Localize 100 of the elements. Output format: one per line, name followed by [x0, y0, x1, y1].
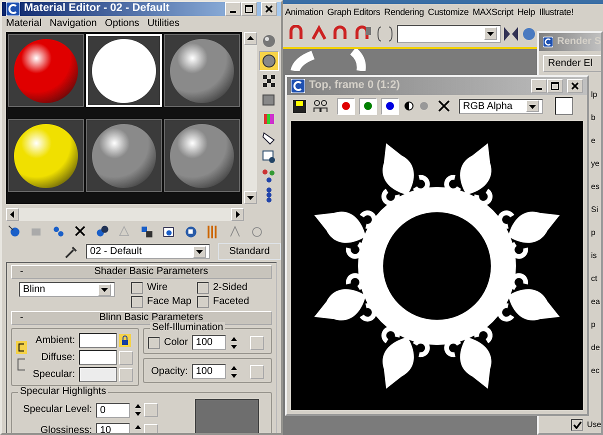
scroll-down-icon [247, 194, 254, 201]
ring-icon [249, 224, 265, 240]
menu-item[interactable]: MAXScript [470, 7, 516, 18]
field-label: Glossiness: [39, 424, 93, 433]
channel-dot-icon [364, 102, 372, 110]
checkbox-label: 2-Sided [213, 282, 248, 294]
clear-button[interactable] [437, 99, 451, 113]
toolbar-button[interactable] [503, 26, 519, 42]
close-button[interactable] [261, 2, 277, 16]
window-sphere-icon [261, 149, 277, 165]
checkbox-label: Use [587, 420, 601, 430]
nodes-icon [261, 168, 277, 184]
color-label: Specular: [32, 368, 76, 380]
spinner-arrows-icon [230, 364, 238, 378]
sample-slot[interactable] [8, 34, 84, 107]
maximize-button[interactable] [241, 2, 257, 16]
collapse-toggle[interactable]: - [12, 312, 32, 324]
collapse-toggle[interactable]: - [12, 266, 32, 278]
group-title: Specular Highlights [18, 386, 108, 398]
menu-item[interactable]: Animation [283, 7, 326, 18]
dot-icon [420, 102, 428, 110]
setting-label: e [591, 136, 596, 146]
checkbox-label: Color [164, 336, 188, 348]
sample-slot[interactable] [86, 119, 162, 192]
channel-dot-icon [386, 102, 394, 110]
setting-label: ea [591, 297, 601, 307]
setting-label: p [591, 320, 596, 330]
field-label: Specular Level: [22, 404, 93, 416]
menu-item[interactable]: Utilities [143, 18, 184, 30]
setting-label: p [591, 228, 596, 238]
self-illumination-field[interactable]: 100 [192, 335, 226, 350]
minimize-button[interactable] [225, 2, 241, 16]
window-title: Top, frame 0 (1:2) [309, 79, 401, 93]
scroll-up-icon [247, 35, 254, 42]
sample-slot[interactable] [164, 119, 240, 192]
spinner-field[interactable]: 10 [96, 423, 130, 433]
channel-toggle[interactable] [359, 98, 377, 114]
material-name-dropdown[interactable]: 02 - Default [86, 244, 210, 259]
lock-icon [119, 334, 131, 347]
material-type-button[interactable]: Standard [218, 243, 281, 260]
opacity-field[interactable]: 100 [192, 364, 226, 379]
rollout-header[interactable]: - Shader Basic Parameters [11, 265, 272, 279]
render-elements-tab[interactable]: Render El [543, 55, 601, 72]
channel-dot-icon [342, 102, 350, 110]
eyedropper-icon [64, 244, 78, 259]
menu-item[interactable]: Graph Editors [325, 7, 382, 18]
menu-item[interactable]: Illustrate! [537, 7, 576, 18]
app-logo-icon [6, 2, 20, 16]
people-icon [313, 98, 328, 114]
channel-toggle[interactable] [381, 98, 399, 114]
dropdown-arrow-icon [529, 102, 536, 110]
scroll-left-icon [9, 211, 16, 218]
checkbox[interactable] [197, 282, 209, 294]
selection-set-dropdown[interactable] [397, 24, 501, 43]
field-label: Opacity: [151, 366, 188, 378]
maximize-button[interactable] [547, 79, 563, 93]
vertical-scrollbar[interactable] [244, 32, 257, 204]
checker-icon [261, 73, 277, 89]
square-icon [261, 92, 277, 108]
scroll-right-icon [234, 211, 241, 218]
spinner-field[interactable]: 0 [96, 402, 130, 418]
clone-button[interactable] [312, 98, 329, 114]
checkbox[interactable] [131, 296, 143, 308]
close-button[interactable] [567, 79, 583, 93]
channel-display-dropdown[interactable]: RGB Alpha [459, 98, 543, 114]
color-swatch[interactable] [79, 333, 117, 348]
menu-item[interactable]: Options [100, 18, 144, 30]
rollout-title: Blinn Basic Parameters [98, 312, 204, 323]
horizontal-scrollbar[interactable] [6, 208, 244, 221]
link-icon [16, 341, 27, 354]
minimize-icon [230, 11, 236, 13]
color-swatch[interactable] [555, 97, 573, 115]
spinner-arrows-icon [230, 336, 238, 350]
color-swatch[interactable] [79, 350, 117, 365]
side-tool-button[interactable] [259, 51, 279, 71]
dropdown-arrow-icon [101, 286, 108, 293]
menu-item[interactable]: Help [515, 7, 538, 18]
checkbox[interactable] [197, 296, 209, 308]
menu-item[interactable]: Navigation [46, 18, 101, 30]
checkbox-label: Wire [147, 282, 168, 294]
sphere-icon [261, 33, 277, 49]
menu-item[interactable]: Customize [426, 7, 471, 18]
shader-dropdown[interactable]: Blinn [19, 282, 115, 297]
checkbox[interactable] [571, 419, 583, 431]
floppy-icon [292, 98, 307, 114]
sample-slot[interactable] [164, 34, 240, 107]
menu-item[interactable]: Rendering [382, 7, 426, 18]
color-bars-icon [261, 111, 277, 127]
bracket-icon [16, 358, 27, 371]
mono-button[interactable] [403, 100, 415, 112]
channel-toggle[interactable] [337, 98, 355, 114]
menu-item[interactable]: Material [2, 18, 46, 30]
minimize-button[interactable] [531, 79, 547, 93]
color-swatch[interactable] [79, 367, 117, 382]
checkbox[interactable] [131, 282, 143, 294]
close-icon [571, 82, 579, 90]
close-icon [265, 5, 273, 13]
checkbox[interactable] [148, 336, 160, 348]
sample-slot[interactable] [8, 119, 84, 192]
save-button[interactable] [291, 98, 308, 114]
